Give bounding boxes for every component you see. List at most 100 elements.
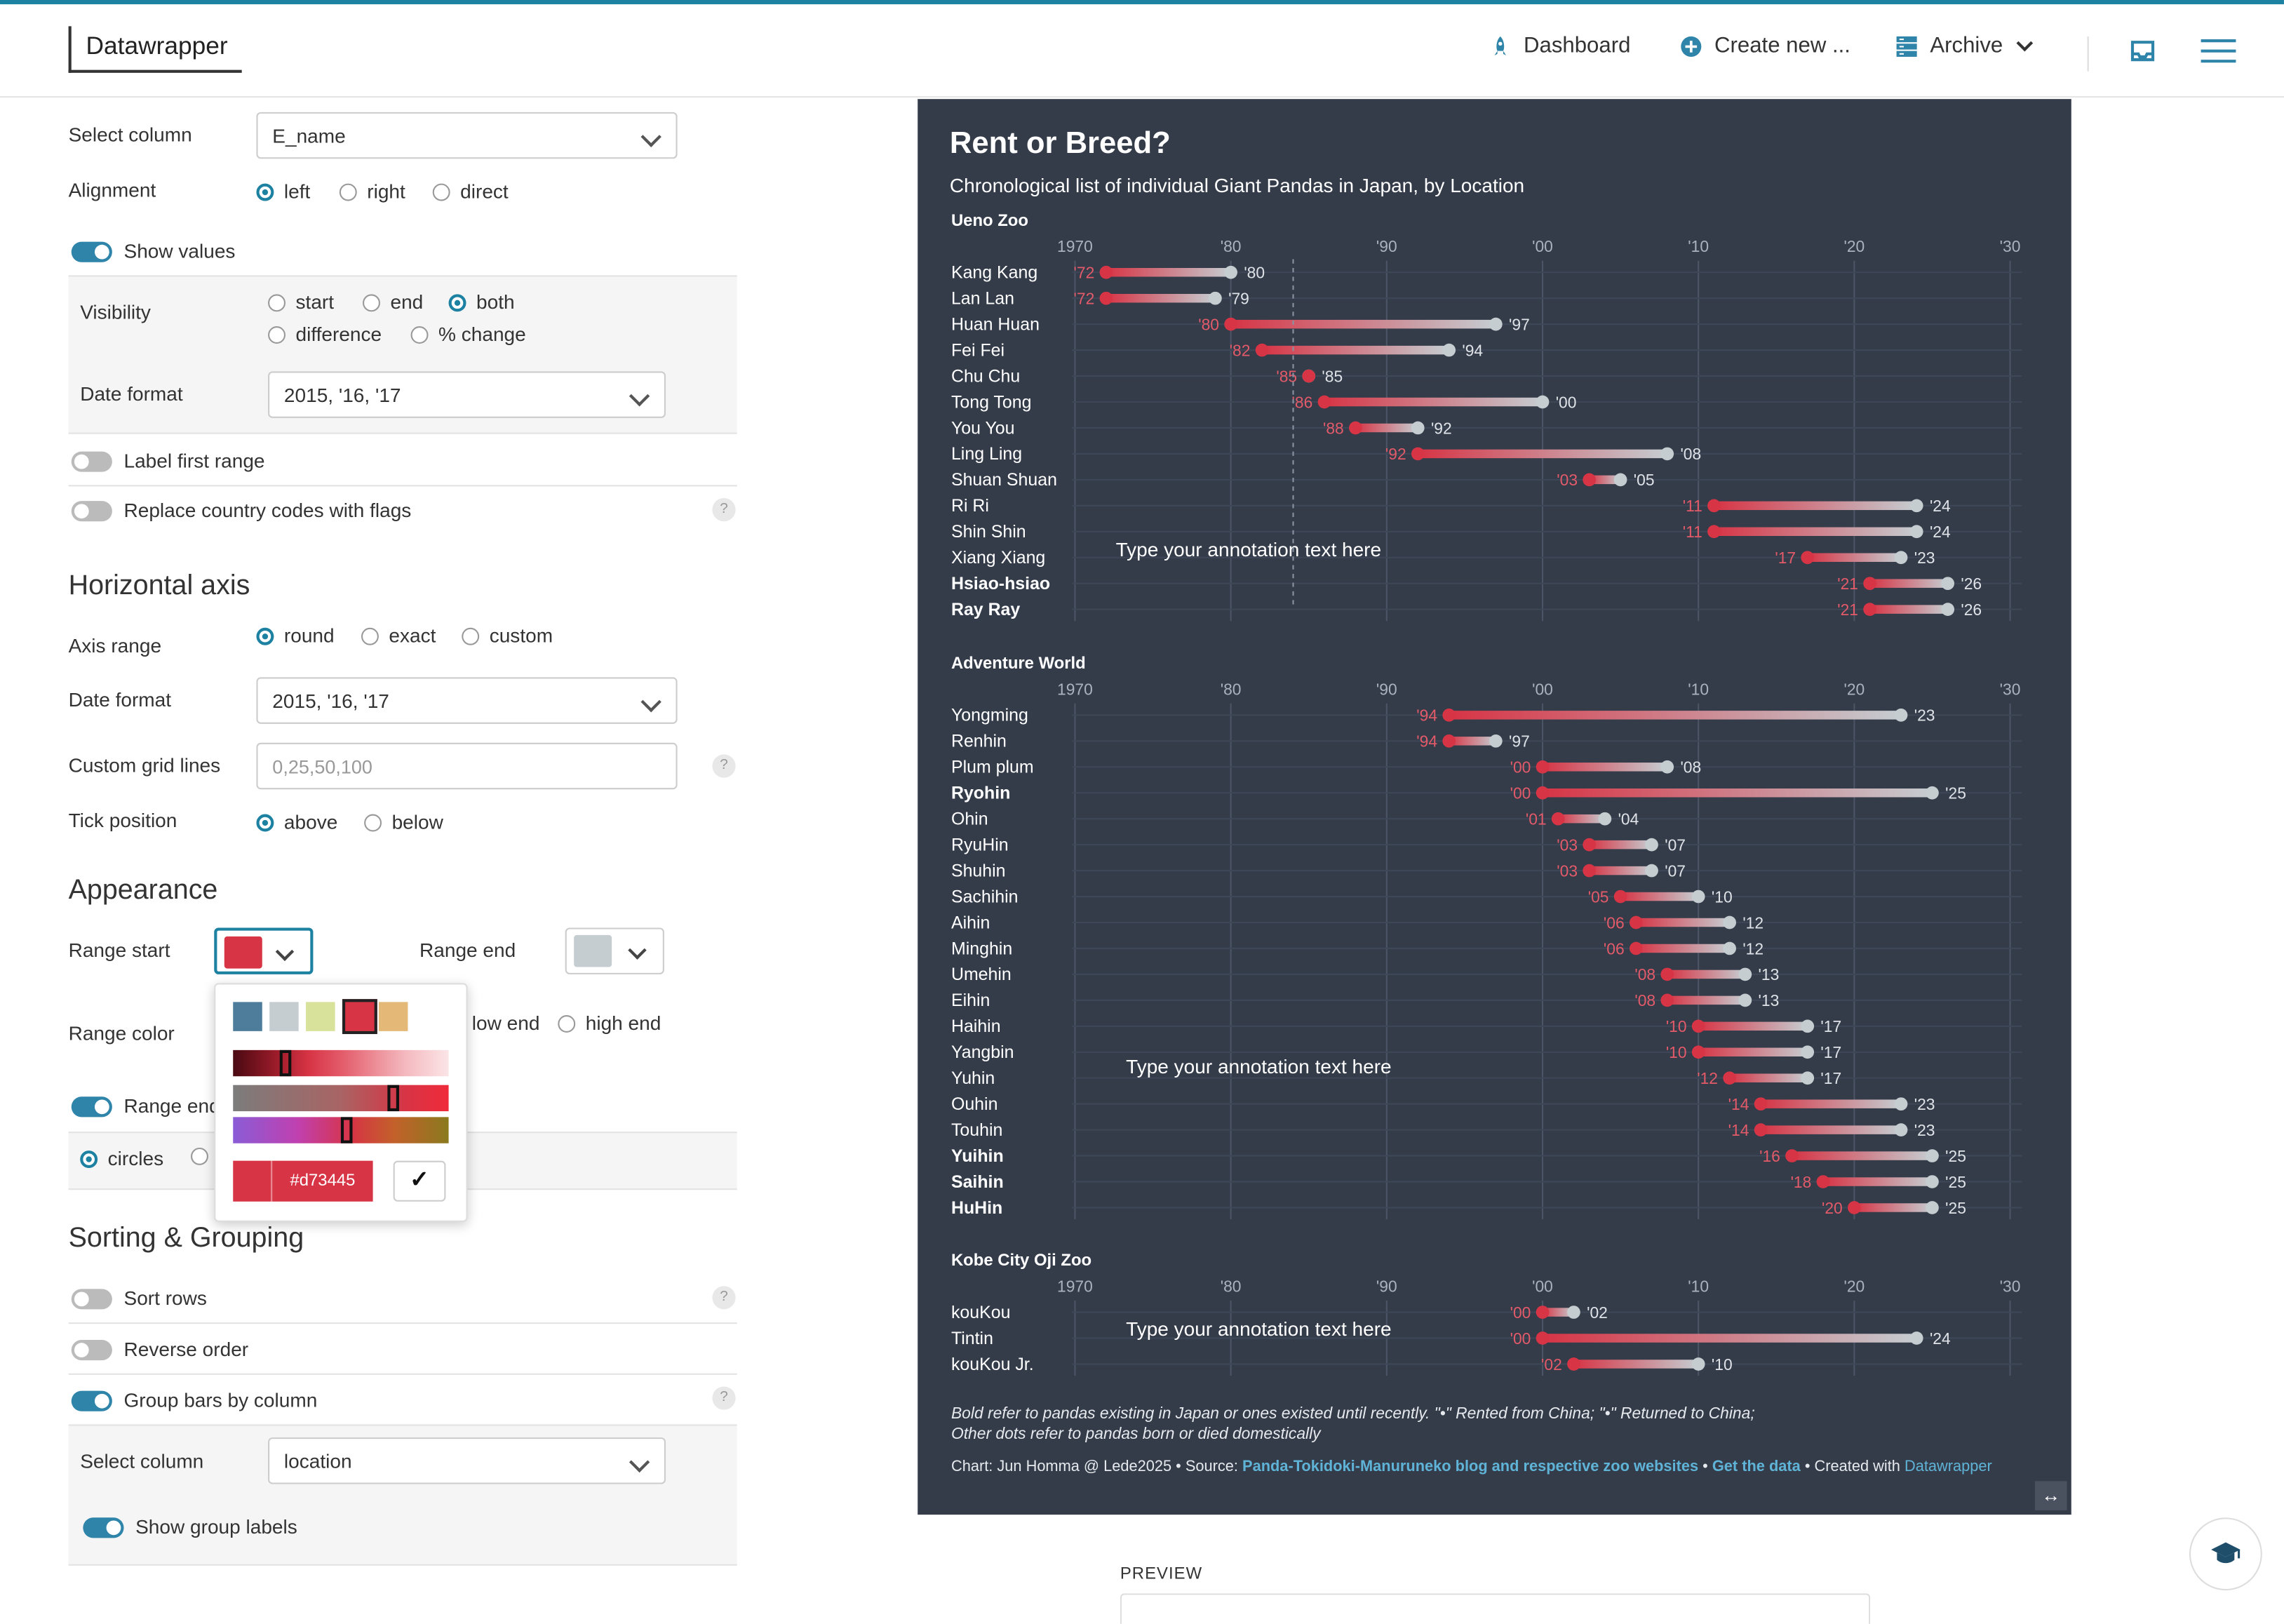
range-start-color-button[interactable] bbox=[214, 927, 314, 974]
end-value-label: '17 bbox=[1820, 1017, 1841, 1035]
range-bar bbox=[1543, 763, 1667, 772]
visibility-start-radio[interactable]: start bbox=[268, 291, 334, 313]
range-bar bbox=[1543, 1334, 1917, 1343]
nav-dashboard[interactable]: Dashboard bbox=[1489, 34, 1630, 58]
tick-below-radio[interactable]: below bbox=[364, 811, 443, 833]
help-icon[interactable]: ? bbox=[712, 1386, 736, 1410]
footer-segment: • Created with bbox=[1801, 1457, 1905, 1475]
visibility-difference-radio[interactable]: difference bbox=[268, 323, 382, 345]
axis-tick-label: '10 bbox=[1688, 237, 1709, 255]
row-label: Ray Ray bbox=[951, 600, 1020, 619]
resize-handle-icon[interactable]: ↔ bbox=[2034, 1481, 2067, 1510]
group-select-column-dropdown[interactable]: location bbox=[268, 1437, 666, 1484]
tick-above-radio[interactable]: above bbox=[256, 811, 337, 833]
toggle-switch bbox=[71, 1096, 112, 1117]
alignment-direct-radio[interactable]: direct bbox=[432, 180, 509, 203]
palette-swatch-red-selected[interactable] bbox=[342, 999, 377, 1035]
palette-swatch-lime[interactable] bbox=[306, 1002, 335, 1031]
visibility-end-radio[interactable]: end bbox=[363, 291, 423, 313]
radio-label: circles bbox=[107, 1147, 164, 1170]
end-dot bbox=[1691, 1357, 1705, 1371]
axis-tick-label: '20 bbox=[1844, 237, 1865, 255]
visibility-percent-change-radio[interactable]: % change bbox=[410, 323, 526, 345]
inbox-icon[interactable] bbox=[2130, 38, 2156, 64]
hex-input-group[interactable]: #d73445 bbox=[233, 1160, 373, 1202]
custom-grid-lines-input[interactable]: 0,25,50,100 bbox=[256, 742, 678, 790]
dot-style-circles-radio[interactable]: circles bbox=[80, 1148, 163, 1169]
row-label: Shin Shin bbox=[951, 522, 1026, 542]
axis-tick-label: '00 bbox=[1532, 1277, 1553, 1296]
toggle-switch bbox=[71, 500, 112, 521]
radio-label: end bbox=[390, 291, 424, 314]
palette-swatch-gray[interactable] bbox=[269, 1002, 299, 1031]
row-label: Shuhin bbox=[951, 861, 1006, 880]
end-dot bbox=[1801, 1045, 1815, 1059]
hex-value-input[interactable]: #d73445 bbox=[271, 1160, 373, 1202]
alignment-right-radio[interactable]: right bbox=[339, 180, 405, 203]
label-first-range-toggle[interactable]: Label first range bbox=[71, 450, 265, 472]
alignment-left-radio[interactable]: left bbox=[256, 180, 310, 203]
start-dot bbox=[1255, 343, 1269, 357]
visibility-both-radio[interactable]: both bbox=[448, 291, 515, 313]
axis-range-round-radio[interactable]: round bbox=[256, 625, 335, 647]
radio-label: above bbox=[283, 811, 338, 833]
replace-flags-toggle[interactable]: Replace country codes with flags bbox=[71, 499, 411, 521]
help-icon[interactable]: ? bbox=[712, 1286, 736, 1310]
annotation-text: Type your annotation text here bbox=[1126, 1318, 1392, 1340]
range-bar bbox=[1262, 345, 1449, 355]
shade-gradient-bar[interactable] bbox=[233, 1049, 449, 1077]
end-value-label: '00 bbox=[1556, 393, 1577, 411]
shade-slider-handle[interactable] bbox=[279, 1049, 292, 1077]
start-dot bbox=[1723, 1071, 1736, 1085]
dot-style-other-radio[interactable] bbox=[191, 1147, 208, 1165]
show-values-toggle[interactable]: Show values bbox=[71, 241, 235, 262]
datawrapper-logo[interactable]: Datawrapper bbox=[68, 26, 243, 73]
axis-tick-label: '80 bbox=[1221, 237, 1242, 255]
select-column-dropdown[interactable]: E_name bbox=[256, 112, 678, 159]
sort-rows-toggle[interactable]: Sort rows bbox=[71, 1287, 207, 1309]
start-value-label: '05 bbox=[1588, 887, 1609, 906]
end-dot bbox=[1909, 499, 1923, 513]
axis-range-custom-radio[interactable]: custom bbox=[462, 625, 553, 647]
help-icon[interactable]: ? bbox=[712, 498, 736, 522]
end-dot bbox=[1645, 838, 1658, 852]
start-value-label: '14 bbox=[1728, 1121, 1749, 1139]
start-value-label: '01 bbox=[1526, 810, 1547, 828]
chevron-down-icon bbox=[628, 941, 647, 960]
reverse-order-toggle[interactable]: Reverse order bbox=[71, 1338, 248, 1360]
hamburger-menu-icon[interactable] bbox=[2200, 38, 2238, 64]
confirm-color-button[interactable]: ✓ bbox=[393, 1160, 446, 1202]
radio-indicator bbox=[462, 626, 480, 645]
nav-create-new[interactable]: Create new ... bbox=[1679, 34, 1850, 58]
show-group-labels-toggle[interactable]: Show group labels bbox=[83, 1516, 297, 1538]
range-end-color-button[interactable] bbox=[565, 927, 664, 974]
axis-range-exact-radio[interactable]: exact bbox=[361, 625, 436, 647]
group-label: Ueno Zoo bbox=[951, 211, 1028, 230]
end-dot bbox=[1801, 1019, 1815, 1033]
row-label: Ouhin bbox=[951, 1094, 997, 1114]
range-color-high-end-radio[interactable]: high end bbox=[558, 1012, 661, 1034]
help-academy-button[interactable] bbox=[2189, 1517, 2262, 1591]
hue-slider-handle[interactable] bbox=[340, 1117, 353, 1143]
preview-size-box bbox=[1120, 1593, 1871, 1624]
row-label: Sachihin bbox=[951, 887, 1019, 906]
saturation-slider-handle[interactable] bbox=[387, 1085, 399, 1112]
palette-swatch-orange[interactable] bbox=[378, 1002, 408, 1031]
end-dot bbox=[1723, 941, 1736, 955]
help-icon[interactable]: ? bbox=[712, 754, 736, 778]
saturation-gradient-bar[interactable] bbox=[233, 1085, 449, 1112]
nav-create-new-label: Create new ... bbox=[1714, 33, 1850, 59]
axis-date-format-dropdown[interactable]: 2015, '16, '17 bbox=[256, 677, 678, 724]
end-value-label: '10 bbox=[1712, 887, 1733, 906]
nav-archive[interactable]: Archive bbox=[1895, 34, 2035, 58]
end-dot bbox=[1723, 915, 1736, 930]
end-dot bbox=[1738, 967, 1752, 981]
axis-tick-label: '30 bbox=[2000, 1277, 2021, 1296]
range-bar bbox=[1807, 553, 1902, 562]
end-dot bbox=[1691, 890, 1705, 904]
palette-swatch-blue[interactable] bbox=[233, 1002, 262, 1031]
date-format-dropdown[interactable]: 2015, '16, '17 bbox=[268, 371, 666, 418]
range-end-toggle[interactable]: Range end bbox=[71, 1095, 220, 1117]
group-bars-toggle[interactable]: Group bars by column bbox=[71, 1390, 317, 1411]
range-bar bbox=[1869, 579, 1948, 588]
